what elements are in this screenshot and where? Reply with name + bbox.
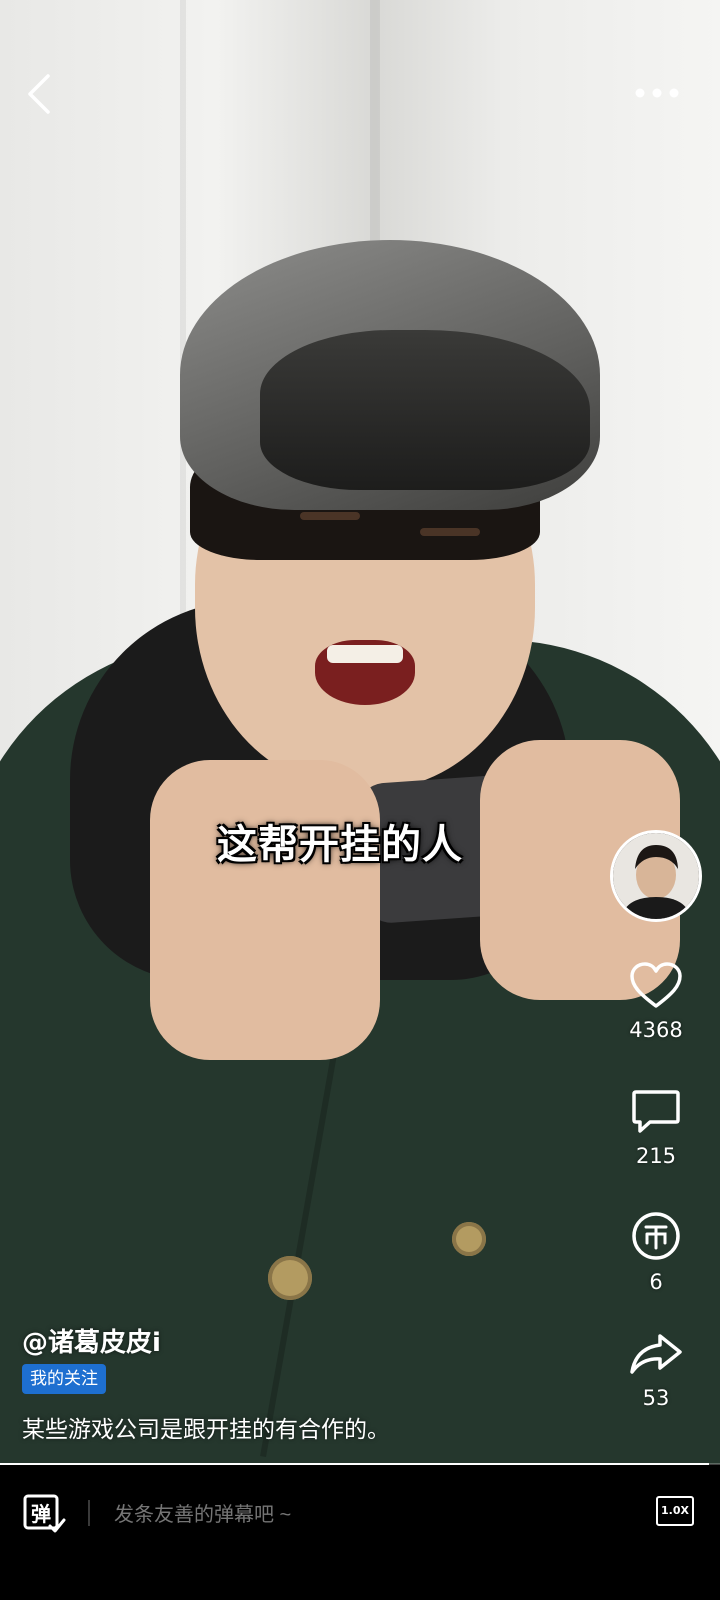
comment-count: 215 [635,1144,677,1168]
chevron-left-icon [28,74,50,114]
coat-button [452,1222,486,1256]
closed-eye [300,512,360,520]
closed-eye [420,528,480,536]
more-button[interactable] [632,78,682,108]
video-player-screen: 这帮开挂的人 4368 215 6 53 @诸葛皮皮i 我的关注 某些游戏公司是… [0,0,720,1600]
danmu-input[interactable] [112,1494,586,1536]
coin-count: 6 [649,1270,663,1294]
helmet-visor [260,330,590,490]
like-button[interactable]: 4368 [606,960,706,1042]
heart-icon [630,962,682,1008]
author-name[interactable]: @诸葛皮皮i [22,1322,161,1359]
video-description: 某些游戏公司是跟开挂的有合作的。 [22,1417,390,1443]
coin-button[interactable]: 6 [606,1210,706,1294]
following-badge[interactable]: 我的关注 [22,1364,106,1394]
more-dots-icon [635,88,679,98]
bar-divider [88,1500,90,1526]
author-avatar[interactable] [610,830,702,922]
comment-bubble-icon [632,1090,680,1133]
share-button[interactable]: 53 [606,1330,706,1410]
coat-button [268,1256,312,1300]
playback-progress-bar[interactable] [0,1463,720,1465]
danmu-toggle-button[interactable]: 弹 [22,1492,66,1536]
avatar-image [613,833,699,919]
danmu-toggle-icon: 弹 [23,1494,66,1533]
like-count: 4368 [629,1018,683,1042]
progress-fill [0,1463,710,1465]
share-arrow-icon [630,1334,682,1374]
playback-speed-button[interactable]: 1.0X [656,1496,694,1526]
coin-icon [632,1212,680,1260]
video-subtitle: 这帮开挂的人 [217,822,463,868]
danmu-toggle-label: 弹 [31,1502,51,1526]
back-button[interactable] [22,72,62,116]
teeth [327,645,403,663]
share-count: 53 [642,1386,670,1410]
left-hand [150,760,380,1060]
comment-button[interactable]: 215 [606,1088,706,1168]
